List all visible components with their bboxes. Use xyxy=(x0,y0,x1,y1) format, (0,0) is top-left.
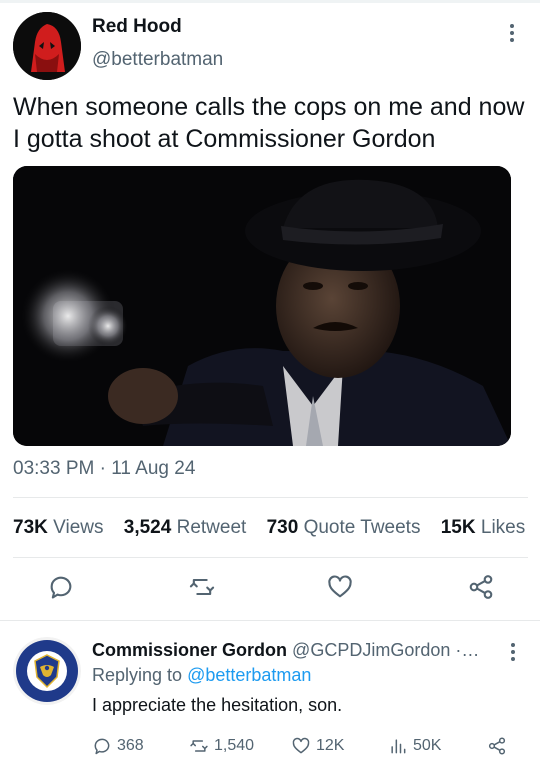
reply-view-count: 50K xyxy=(413,737,442,754)
movie-still-illustration xyxy=(13,166,511,446)
reply-more-options-icon[interactable] xyxy=(505,642,521,664)
tweet-date: 11 Aug 24 xyxy=(94,458,195,479)
divider-bottom xyxy=(13,557,528,558)
reply-reply-count: 368 xyxy=(117,737,144,754)
reply-author-name[interactable]: Commissioner Gordon xyxy=(92,640,287,660)
author-name[interactable]: Red Hood xyxy=(92,16,182,38)
retweets-stat[interactable]: 3,524 Retweet xyxy=(124,517,247,538)
reply-share-button[interactable] xyxy=(487,734,512,758)
reply-separator xyxy=(0,620,540,621)
views-stat[interactable]: 73K Views xyxy=(13,517,103,538)
like-icon[interactable] xyxy=(326,573,354,601)
reply-icon[interactable] xyxy=(47,573,75,601)
tweet-timestamp[interactable]: 03:33 PM11 Aug 24 xyxy=(13,458,195,480)
reply-like-count: 12K xyxy=(316,737,345,754)
more-options-icon[interactable] xyxy=(502,22,522,46)
tweet-time: 03:33 PM xyxy=(13,458,95,479)
like-icon xyxy=(292,737,310,754)
author-handle[interactable]: @betterbatman xyxy=(92,49,223,71)
reply-reply-button[interactable]: 368 xyxy=(92,734,144,758)
retweets-count: 3,524 xyxy=(123,517,172,538)
reply-icon xyxy=(94,738,110,755)
reply-header-ellipsis: ·… xyxy=(455,640,480,660)
views-label: Views xyxy=(53,517,104,538)
top-border xyxy=(0,0,540,3)
replying-to-label: Replying to xyxy=(92,665,183,685)
quotes-count: 730 xyxy=(266,517,299,538)
reply-author-handle[interactable]: @GCPDJimGordon xyxy=(292,640,450,660)
retweet-icon[interactable] xyxy=(188,573,216,601)
tweet-media-image[interactable] xyxy=(13,166,511,446)
gcpd-badge-logo xyxy=(13,637,81,705)
likes-label: Likes xyxy=(480,517,526,538)
tweet-text: When someone calls the cops on me and no… xyxy=(13,93,525,153)
share-icon[interactable] xyxy=(467,573,495,601)
reply-text: I appreciate the hesitation, son. xyxy=(92,695,343,715)
likes-stat[interactable]: 15K Likes xyxy=(441,517,526,538)
author-avatar[interactable] xyxy=(13,12,81,80)
tweet-stats: 73K Views 3,524 Retweet 730 Quote Tweets… xyxy=(13,517,540,539)
quotes-stat[interactable]: 730 Quote Tweets xyxy=(267,517,421,538)
replying-to-line: Replying to @betterbatman xyxy=(92,665,311,686)
reply-retweet-count: 1,540 xyxy=(214,737,255,754)
reply-like-button[interactable]: 12K xyxy=(291,734,344,758)
red-hood-avatar-image xyxy=(13,12,81,80)
retweets-label: Retweet xyxy=(176,517,247,538)
divider-top xyxy=(13,497,528,498)
share-icon xyxy=(488,737,506,755)
reply-views-button[interactable]: 50K xyxy=(388,734,441,758)
views-icon xyxy=(391,739,406,754)
replying-to-link[interactable]: @betterbatman xyxy=(187,665,311,685)
retweet-icon xyxy=(190,740,208,752)
likes-count: 15K xyxy=(440,517,476,538)
quotes-label: Quote Tweets xyxy=(303,517,421,538)
views-count: 73K xyxy=(13,517,48,538)
reply-header: Commissioner Gordon @GCPDJimGordon ·… xyxy=(92,640,492,661)
reply-retweet-button[interactable]: 1,540 xyxy=(189,734,254,758)
reply-author-avatar[interactable] xyxy=(13,637,81,705)
